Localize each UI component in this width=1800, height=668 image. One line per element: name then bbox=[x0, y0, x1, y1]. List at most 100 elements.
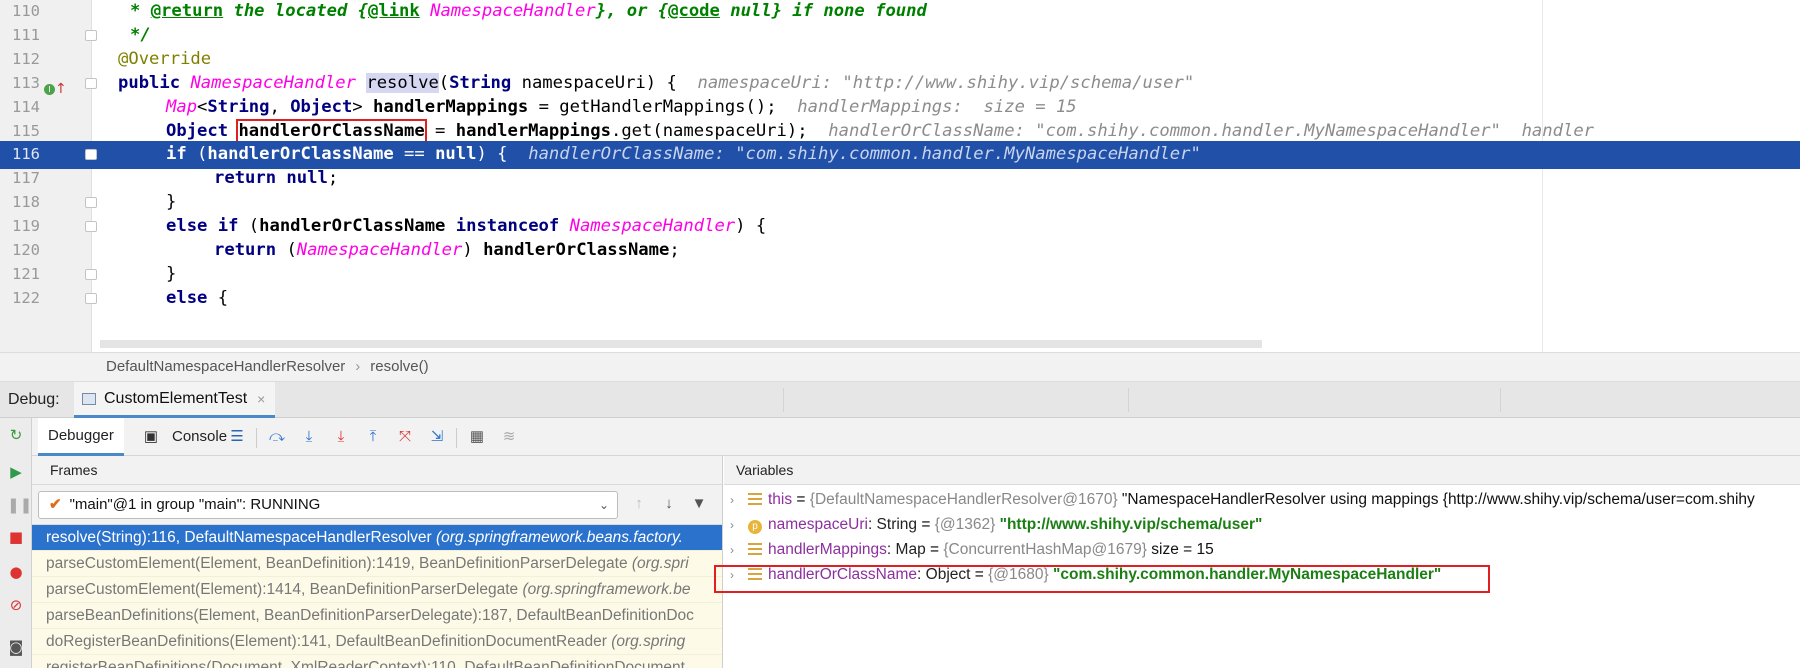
code-token: } bbox=[166, 192, 177, 213]
thread-select[interactable]: ✔ "main"@1 in group "main": RUNNING ⌄ bbox=[38, 491, 618, 519]
resume-icon[interactable]: ▶ bbox=[7, 463, 25, 481]
variable-type: : String bbox=[867, 516, 918, 533]
code-token: ( bbox=[238, 216, 260, 237]
settings-menu-icon[interactable]: ☰ bbox=[228, 428, 246, 446]
console-icon: ▣ bbox=[143, 428, 159, 445]
code-token: .get(namespaceUri); bbox=[610, 120, 829, 141]
filter-icon[interactable]: ▼ bbox=[690, 495, 708, 513]
breadcrumb-class[interactable]: DefaultNamespaceHandlerResolver bbox=[106, 358, 345, 375]
frame-signature: parseBeanDefinitions(Element, BeanDefini… bbox=[46, 607, 694, 624]
view-breakpoints-icon[interactable]: ● bbox=[7, 563, 25, 581]
frame-row[interactable]: parseCustomElement(Element):1414, BeanDe… bbox=[32, 577, 722, 603]
frame-row[interactable]: doRegisterBeanDefinitions(Element):141, … bbox=[32, 629, 722, 655]
code-token: = getHandlerMappings(); bbox=[528, 96, 798, 117]
fold-marker-icon[interactable] bbox=[85, 268, 97, 280]
field-icon bbox=[748, 493, 762, 505]
frame-package: (org.springframework.beans.factory. bbox=[435, 529, 683, 546]
frame-list: resolve(String):116, DefaultNamespaceHan… bbox=[32, 525, 722, 668]
implements-icon[interactable]: I bbox=[44, 84, 55, 95]
code-token: == bbox=[393, 144, 436, 165]
override-arrow-icon: ↑ bbox=[55, 81, 67, 97]
editor-horizontal-scrollbar[interactable] bbox=[100, 340, 1262, 348]
code-token: namespaceUri) { bbox=[511, 72, 698, 93]
previous-frame-icon[interactable]: ↑ bbox=[630, 495, 648, 513]
code-token: return null bbox=[214, 168, 328, 189]
code-token: handlerOrClassName bbox=[207, 144, 394, 165]
header-divider bbox=[1128, 388, 1129, 412]
frames-title: Frames bbox=[32, 456, 722, 485]
variable-row[interactable]: › this = {DefaultNamespaceHandlerResolver… bbox=[724, 487, 1800, 512]
code-token: String bbox=[207, 96, 270, 117]
code-token: handlerMappings bbox=[373, 96, 529, 117]
code-line[interactable]: 122 else { bbox=[0, 285, 1800, 313]
camera-icon[interactable]: ◙ bbox=[7, 638, 25, 656]
step-out-icon[interactable]: ⤒ bbox=[364, 428, 382, 446]
variable-ref: {ConcurrentHashMap@1679} bbox=[943, 541, 1147, 558]
variable-row[interactable]: › handlerMappings: Map = {ConcurrentHashM… bbox=[724, 537, 1800, 562]
fold-marker-icon[interactable] bbox=[85, 197, 97, 209]
equals-sign: = bbox=[792, 491, 810, 508]
code-token: @link bbox=[368, 1, 420, 21]
frame-row[interactable]: registerBeanDefinitions(Document, XmlRea… bbox=[32, 655, 722, 668]
thread-select-value: "main"@1 in group "main": RUNNING bbox=[69, 496, 321, 513]
code-token: > bbox=[352, 96, 373, 117]
code-token: ( bbox=[438, 72, 450, 93]
code-text: else { bbox=[166, 285, 228, 313]
evaluate-expression-icon[interactable]: ▦ bbox=[468, 428, 486, 446]
stop-icon[interactable]: ■ bbox=[7, 528, 25, 546]
step-into-icon[interactable]: ⤓ bbox=[300, 428, 318, 446]
code-token: = bbox=[424, 120, 456, 141]
close-icon[interactable]: × bbox=[257, 391, 265, 407]
fold-marker-icon[interactable] bbox=[85, 149, 97, 161]
code-token: else bbox=[166, 287, 208, 308]
highlighted-variable: handlerOrClassName bbox=[236, 118, 427, 143]
code-token: return bbox=[214, 240, 277, 260]
fold-marker-icon[interactable] bbox=[85, 221, 97, 233]
run-config-tab[interactable]: CustomElementTest × bbox=[74, 382, 276, 418]
variable-value: "NamespaceHandlerResolver using mappings… bbox=[1117, 491, 1755, 508]
expand-chevron-icon[interactable]: › bbox=[730, 513, 748, 538]
code-token: NamespaceHandler bbox=[569, 216, 736, 237]
breadcrumb-method[interactable]: resolve() bbox=[370, 358, 428, 375]
trace-stream-icon[interactable]: ≋ bbox=[500, 428, 518, 446]
variable-row[interactable]: › p namespaceUri: String = {@1362} "http:/… bbox=[724, 512, 1800, 537]
force-step-into-icon[interactable]: ⤓ bbox=[332, 428, 350, 446]
code-token: handlerOrClassName bbox=[259, 216, 446, 237]
variables-panel: Variables › this = {DefaultNamespaceHandl… bbox=[724, 456, 1800, 668]
code-token: null bbox=[435, 144, 477, 165]
code-token: instanceof bbox=[445, 216, 570, 237]
line-number[interactable]: 122 bbox=[0, 285, 40, 313]
fold-marker-icon[interactable] bbox=[85, 292, 97, 304]
code-token: }, or { bbox=[595, 1, 669, 21]
next-frame-icon[interactable]: ↓ bbox=[660, 495, 678, 513]
code-token: @return bbox=[150, 1, 224, 21]
variable-name: handlerMappings bbox=[768, 541, 887, 558]
code-token: else if bbox=[166, 216, 239, 237]
frame-package: (org.springframework.be bbox=[522, 581, 691, 598]
variable-ref: {DefaultNamespaceHandlerResolver@1670} bbox=[809, 491, 1118, 508]
frame-signature: registerBeanDefinitions(Document, XmlRea… bbox=[46, 659, 685, 668]
fold-marker-icon[interactable] bbox=[85, 29, 97, 41]
code-editor[interactable]: 110 * @return the located {@link Namespac… bbox=[0, 0, 1800, 352]
variable-value: size = 15 bbox=[1146, 541, 1214, 558]
expand-chevron-icon[interactable]: › bbox=[730, 538, 748, 563]
mute-breakpoints-icon[interactable]: ⊘ bbox=[7, 596, 25, 614]
frame-row[interactable]: parseCustomElement(Element, BeanDefiniti… bbox=[32, 551, 722, 577]
fold-marker-icon[interactable] bbox=[85, 77, 97, 89]
frame-row[interactable]: parseBeanDefinitions(Element, BeanDefini… bbox=[32, 603, 722, 629]
expand-chevron-icon[interactable]: › bbox=[730, 488, 748, 513]
drop-frame-icon[interactable]: ⤧ bbox=[396, 428, 414, 446]
code-token: public bbox=[118, 72, 191, 93]
run-to-cursor-icon[interactable]: ⇲ bbox=[428, 428, 446, 446]
inline-value-hint: namespaceUri: "http://www.shihy.vip/sche… bbox=[697, 72, 1195, 93]
toolbar-divider bbox=[256, 428, 257, 448]
frame-row[interactable]: resolve(String):116, DefaultNamespaceHan… bbox=[32, 525, 722, 551]
pause-icon[interactable]: ❚❚ bbox=[7, 496, 32, 514]
tab-debugger[interactable]: Debugger bbox=[38, 418, 124, 456]
chevron-down-icon: ⌄ bbox=[598, 498, 609, 512]
rerun-icon[interactable]: ↻ bbox=[7, 426, 25, 444]
frame-signature: doRegisterBeanDefinitions(Element):141, … bbox=[46, 633, 612, 650]
code-token: handlerOrClassName bbox=[483, 240, 670, 260]
step-over-icon[interactable]: ⤼ bbox=[268, 428, 286, 446]
code-token: ; bbox=[327, 168, 339, 189]
